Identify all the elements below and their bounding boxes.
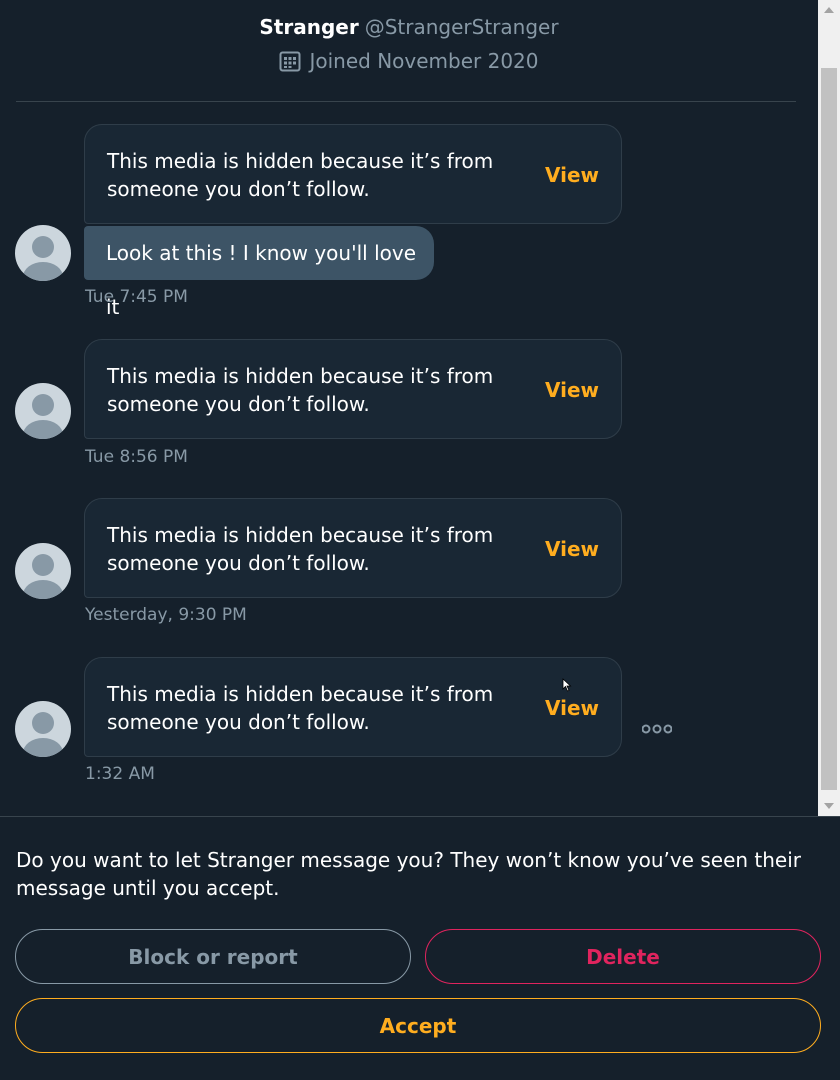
- avatar[interactable]: [15, 383, 71, 439]
- profile-name[interactable]: Stranger: [259, 15, 358, 39]
- message-timestamp: Yesterday, 9:30 PM: [85, 605, 247, 625]
- hidden-media-notice: This media is hidden because it’s from s…: [107, 149, 494, 201]
- hidden-media-notice: This media is hidden because it’s from s…: [107, 523, 494, 575]
- delete-button[interactable]: Delete: [425, 929, 821, 984]
- hidden-media-notice: This media is hidden because it’s from s…: [107, 364, 494, 416]
- hidden-media-message: This media is hidden because it’s from s…: [84, 498, 622, 598]
- conversation-panel[interactable]: Stranger @StrangerStranger Joined Novembe…: [0, 0, 818, 816]
- default-avatar-icon: [23, 712, 63, 757]
- message-timestamp: Tue 8:56 PM: [85, 447, 188, 467]
- block-or-report-button[interactable]: Block or report: [15, 929, 411, 984]
- message-timestamp: 1:32 AM: [85, 764, 155, 784]
- message-timestamp: Tue 7:45 PM: [85, 287, 188, 307]
- hidden-media-message: This media is hidden because it’s from s…: [84, 339, 622, 439]
- chevron-up-icon: [824, 7, 834, 13]
- calendar-icon: [279, 50, 301, 72]
- view-media-button[interactable]: View: [545, 696, 599, 720]
- default-avatar-icon: [23, 236, 63, 281]
- footer-divider: [0, 816, 840, 817]
- default-avatar-icon: [23, 554, 63, 599]
- chevron-down-icon: [824, 803, 834, 809]
- avatar[interactable]: [15, 543, 71, 599]
- avatar[interactable]: [15, 225, 71, 281]
- more-options-icon[interactable]: [642, 722, 672, 736]
- hidden-media-message: This media is hidden because it’s from s…: [84, 657, 622, 757]
- message-text-bubble: Look at this ! I know you'll love it: [84, 226, 434, 319]
- scroll-thumb[interactable]: [821, 68, 837, 790]
- scroll-down-button[interactable]: [818, 796, 840, 816]
- profile-name-line: Stranger @StrangerStranger: [0, 14, 818, 40]
- view-media-button[interactable]: View: [545, 378, 599, 402]
- header-divider: [16, 101, 796, 102]
- hidden-media-message: This media is hidden because it’s from s…: [84, 124, 622, 224]
- mouse-cursor-icon: [562, 678, 572, 692]
- accept-button[interactable]: Accept: [15, 998, 821, 1053]
- default-avatar-icon: [23, 394, 63, 439]
- view-media-button[interactable]: View: [545, 163, 599, 187]
- avatar[interactable]: [15, 701, 71, 757]
- view-media-button[interactable]: View: [545, 537, 599, 561]
- scroll-up-button[interactable]: [818, 0, 840, 20]
- message-request-prompt: Do you want to let Stranger message you?…: [16, 848, 802, 900]
- scrollbar[interactable]: [818, 0, 840, 816]
- joined-text: Joined November 2020: [309, 49, 539, 73]
- hidden-media-notice: This media is hidden because it’s from s…: [107, 682, 494, 734]
- profile-handle[interactable]: @StrangerStranger: [365, 15, 559, 39]
- profile-header: Stranger @StrangerStranger Joined Novembe…: [0, 0, 818, 102]
- joined-date: Joined November 2020: [0, 48, 818, 74]
